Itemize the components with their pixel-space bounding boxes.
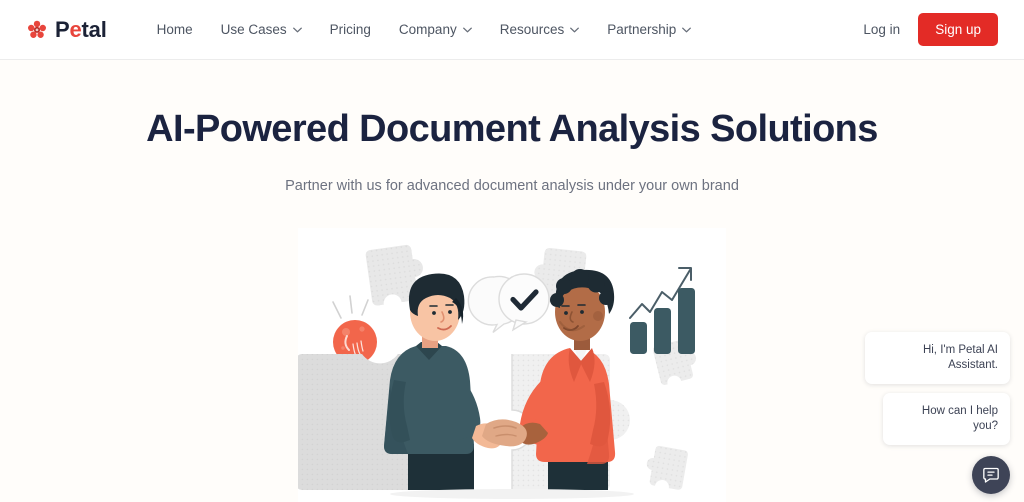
nav-item-resources[interactable]: Resources [486, 14, 594, 45]
nav-label: Company [398, 22, 457, 37]
login-link[interactable]: Log in [863, 22, 900, 37]
chat-widget: Hi, I'm Petal AI Assistant. How can I he… [858, 332, 1010, 494]
nav-item-use-cases[interactable]: Use Cases [207, 14, 316, 45]
chat-bubble-icon [981, 465, 1001, 485]
site-header: Petal Home Use Cases Pricing Company Res… [0, 0, 1024, 60]
hero-subtitle: Partner with us for advanced document an… [285, 177, 739, 194]
nav-item-partnership[interactable]: Partnership [593, 14, 705, 45]
chevron-down-icon [292, 27, 302, 33]
page-title: AI-Powered Document Analysis Solutions [146, 108, 878, 150]
nav-label: Use Cases [220, 22, 287, 37]
main-navigation: Home Use Cases Pricing Company Resources… [143, 14, 864, 45]
nav-item-pricing[interactable]: Pricing [316, 14, 385, 45]
chat-message-greeting[interactable]: Hi, I'm Petal AI Assistant. [865, 332, 1010, 385]
petal-flower-icon [26, 19, 48, 41]
brand-logo[interactable]: Petal [26, 16, 107, 42]
nav-label: Home [156, 22, 193, 37]
brand-name: Petal [55, 16, 107, 42]
chevron-down-icon [682, 27, 692, 33]
signup-button[interactable]: Sign up [918, 13, 998, 46]
nav-item-company[interactable]: Company [385, 14, 486, 45]
header-actions: Log in Sign up [863, 13, 998, 46]
chat-message-prompt[interactable]: How can I help you? [883, 393, 1010, 445]
nav-item-home[interactable]: Home [143, 14, 207, 45]
nav-label: Pricing [329, 22, 371, 37]
nav-label: Resources [499, 22, 565, 37]
chevron-down-icon [570, 27, 580, 33]
nav-label: Partnership [607, 22, 677, 37]
chat-launcher-button[interactable] [972, 456, 1010, 494]
hero-illustration [298, 227, 726, 502]
chevron-down-icon [462, 27, 472, 33]
